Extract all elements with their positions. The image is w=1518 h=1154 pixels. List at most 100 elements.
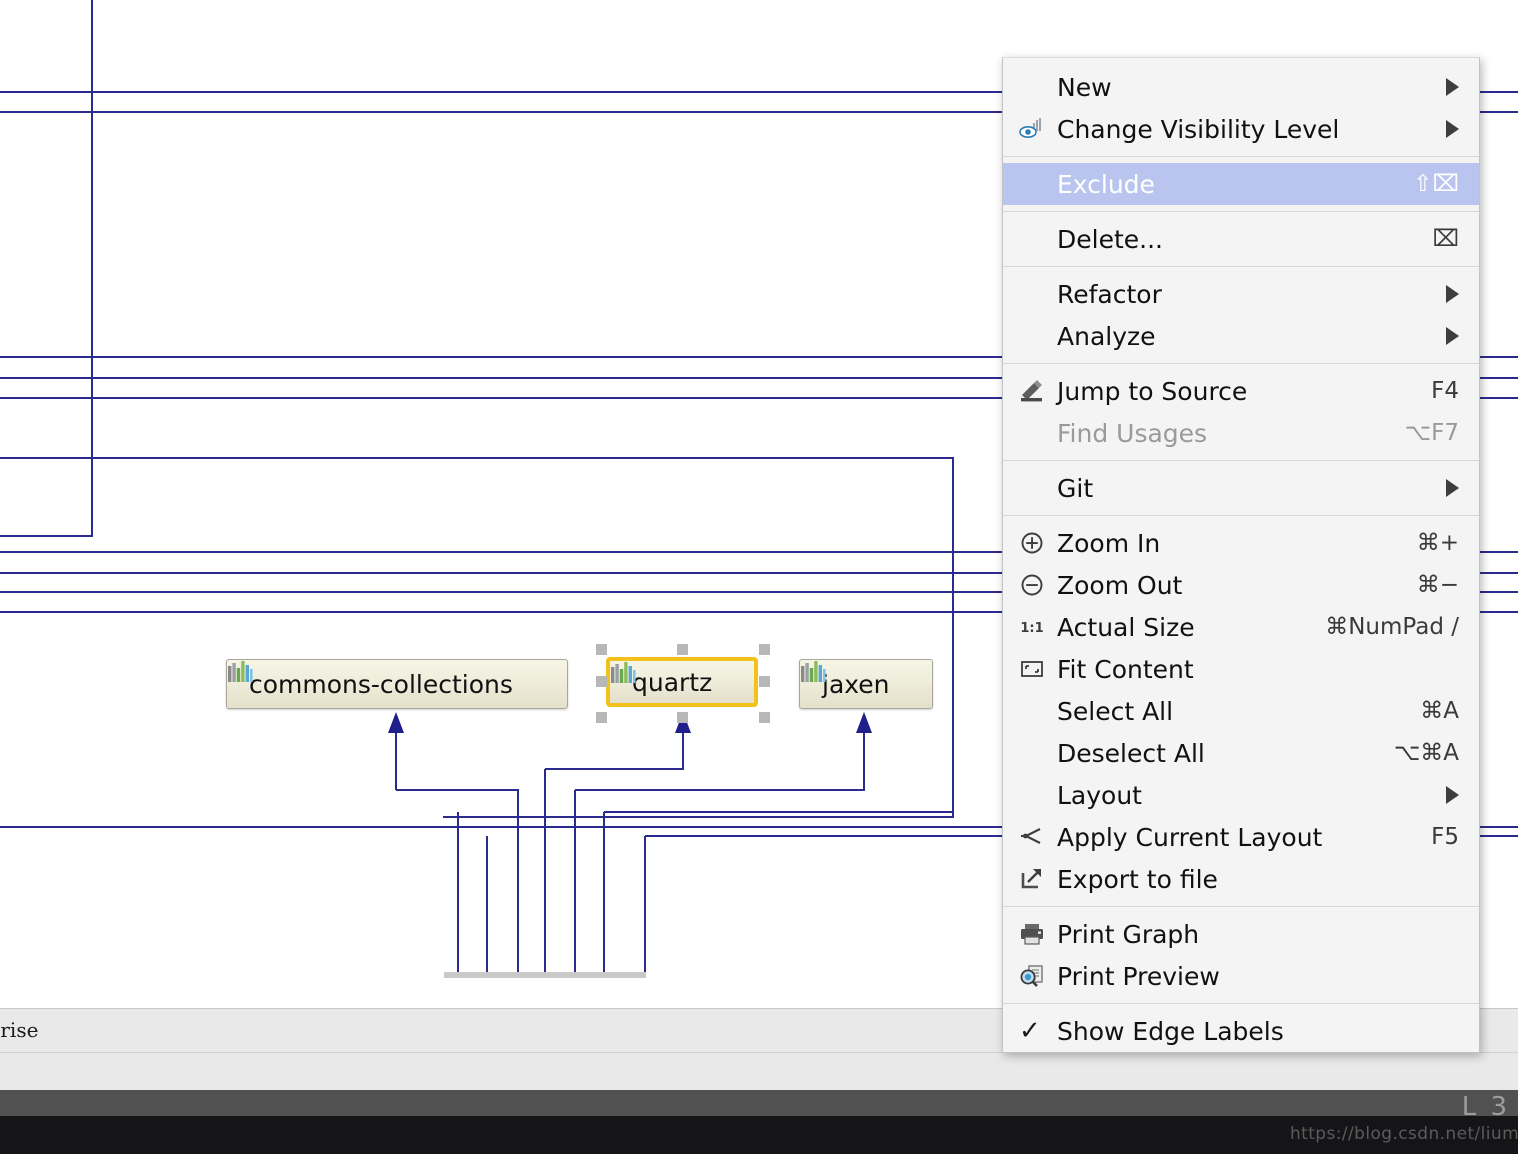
submenu-chevron-icon — [1446, 120, 1459, 138]
menu-item-label: Export to file — [1053, 865, 1459, 894]
menu-item-label: New — [1053, 73, 1436, 102]
menu-item-label: Jump to Source — [1053, 377, 1413, 406]
actual-size-icon: 1:1 — [1019, 615, 1053, 639]
edge-group-bar — [444, 972, 646, 978]
menu-item-export-to-file[interactable]: Export to file — [1003, 858, 1479, 900]
checkmark-icon: ✓ — [1019, 1018, 1041, 1044]
menu-item-jump-to-source[interactable]: Jump to SourceF4 — [1003, 370, 1479, 412]
menu-item-label: Fit Content — [1053, 655, 1459, 684]
menu-separator — [1003, 1003, 1479, 1004]
selection-handle[interactable] — [596, 676, 607, 687]
menu-item-label: Select All — [1053, 697, 1402, 726]
graph-node-quartz[interactable]: quartz — [606, 657, 758, 707]
selection-handle[interactable] — [596, 644, 607, 655]
menu-item-print-graph[interactable]: Print Graph — [1003, 913, 1479, 955]
printer-icon — [1019, 922, 1053, 946]
selection-handle[interactable] — [759, 644, 770, 655]
menu-separator — [1003, 515, 1479, 516]
menu-item-label: Analyze — [1053, 322, 1436, 351]
menu-item-show-edge-labels[interactable]: ✓ Show Edge Labels — [1003, 1010, 1479, 1052]
menu-item-new[interactable]: New — [1003, 66, 1479, 108]
graph-node-label: commons-collections — [249, 670, 513, 699]
status-bar-secondary — [0, 1052, 1518, 1090]
selection-handle[interactable] — [677, 712, 688, 723]
submenu-chevron-icon — [1446, 285, 1459, 303]
graph-node-label: quartz — [632, 668, 712, 697]
graph-node-label: jaxen — [822, 670, 890, 699]
selection-handle[interactable] — [677, 644, 688, 655]
menu-separator — [1003, 460, 1479, 461]
menu-item-shortcut: ⌘− — [1399, 572, 1459, 598]
menu-item-analyze[interactable]: Analyze — [1003, 315, 1479, 357]
menu-separator — [1003, 156, 1479, 157]
menu-item-exclude[interactable]: Exclude⇧⌧ — [1003, 163, 1479, 205]
menu-item-label: Git — [1053, 474, 1436, 503]
menu-item-label: Layout — [1053, 781, 1436, 810]
menu-item-label: Exclude — [1053, 170, 1395, 199]
menu-item-refactor[interactable]: Refactor — [1003, 273, 1479, 315]
menu-item-shortcut: ⇧⌧ — [1395, 171, 1459, 197]
print-preview-icon — [1019, 964, 1053, 988]
submenu-chevron-icon — [1446, 78, 1459, 96]
menu-item-delete[interactable]: Delete...⌧ — [1003, 218, 1479, 260]
menu-item-apply-current-layout[interactable]: Apply Current LayoutF5 — [1003, 816, 1479, 858]
edge-arrowheads — [388, 712, 872, 733]
fit-content-icon — [1019, 657, 1053, 681]
menu-item-label: Delete... — [1053, 225, 1414, 254]
menu-item-shortcut: ⌥⌘A — [1376, 740, 1459, 766]
terminal-right-text: L 3 — [1462, 1092, 1510, 1122]
menu-item-label: Print Graph — [1053, 920, 1459, 949]
menu-item-label: Apply Current Layout — [1053, 823, 1413, 852]
menu-item-deselect-all[interactable]: Deselect All⌥⌘A — [1003, 732, 1479, 774]
menu-item-shortcut: ⌘NumPad / — [1307, 614, 1459, 640]
menu-item-shortcut: ⌘+ — [1399, 530, 1459, 556]
menu-item-actual-size[interactable]: 1:1 Actual Size⌘NumPad / — [1003, 606, 1479, 648]
menu-item-label: Deselect All — [1053, 739, 1376, 768]
menu-item-layout[interactable]: Layout — [1003, 774, 1479, 816]
terminal-strip-upper — [0, 1090, 1518, 1116]
menu-item-change-visibility-level[interactable]: Change Visibility Level — [1003, 108, 1479, 150]
pencil-edit-icon — [1019, 379, 1053, 403]
menu-item-find-usages: Find Usages⌥F7 — [1003, 412, 1479, 454]
svg-text:1:1: 1:1 — [1020, 621, 1043, 636]
submenu-chevron-icon — [1446, 327, 1459, 345]
apply-layout-icon — [1019, 825, 1053, 849]
menu-item-zoom-out[interactable]: Zoom Out⌘− — [1003, 564, 1479, 606]
menu-separator — [1003, 906, 1479, 907]
menu-item-zoom-in[interactable]: Zoom In⌘+ — [1003, 522, 1479, 564]
menu-item-label: Change Visibility Level — [1053, 115, 1436, 144]
menu-item-git[interactable]: Git — [1003, 467, 1479, 509]
status-left-text: rprise — [0, 1018, 38, 1042]
submenu-chevron-icon — [1446, 786, 1459, 804]
graph-node-jaxen[interactable]: jaxen — [799, 659, 933, 709]
menu-separator — [1003, 363, 1479, 364]
menu-item-fit-content[interactable]: Fit Content — [1003, 648, 1479, 690]
menu-item-label: Zoom Out — [1053, 571, 1399, 600]
selection-handle[interactable] — [759, 676, 770, 687]
graph-node-commons-collections[interactable]: commons-collections — [226, 659, 568, 709]
menu-item-shortcut: ⌥F7 — [1387, 420, 1459, 446]
menu-item-shortcut: F4 — [1413, 378, 1459, 404]
menu-item-shortcut: F5 — [1413, 824, 1459, 850]
graph-context-menu[interactable]: New Change Visibility Level Exclude⇧⌧ Delet… — [1002, 57, 1480, 1053]
menu-separator — [1003, 266, 1479, 267]
checkmark-icon: ✓ — [1019, 1018, 1053, 1044]
menu-item-label: Zoom In — [1053, 529, 1399, 558]
menu-item-label: Show Edge Labels — [1053, 1017, 1459, 1046]
terminal-strip-lower — [0, 1116, 1518, 1154]
submenu-chevron-icon — [1446, 479, 1459, 497]
menu-item-label: Find Usages — [1053, 419, 1387, 448]
selection-handle[interactable] — [596, 712, 607, 723]
export-file-icon — [1019, 867, 1053, 891]
menu-item-shortcut: ⌧ — [1414, 226, 1459, 252]
zoom-out-icon — [1019, 573, 1053, 597]
menu-item-label: Print Preview — [1053, 962, 1459, 991]
menu-separator — [1003, 211, 1479, 212]
zoom-in-icon — [1019, 531, 1053, 555]
eye-visibility-icon — [1019, 117, 1053, 141]
selection-handle[interactable] — [759, 712, 770, 723]
menu-item-shortcut: ⌘A — [1402, 698, 1459, 724]
menu-item-select-all[interactable]: Select All⌘A — [1003, 690, 1479, 732]
menu-item-print-preview[interactable]: Print Preview — [1003, 955, 1479, 997]
menu-item-label: Actual Size — [1053, 613, 1307, 642]
